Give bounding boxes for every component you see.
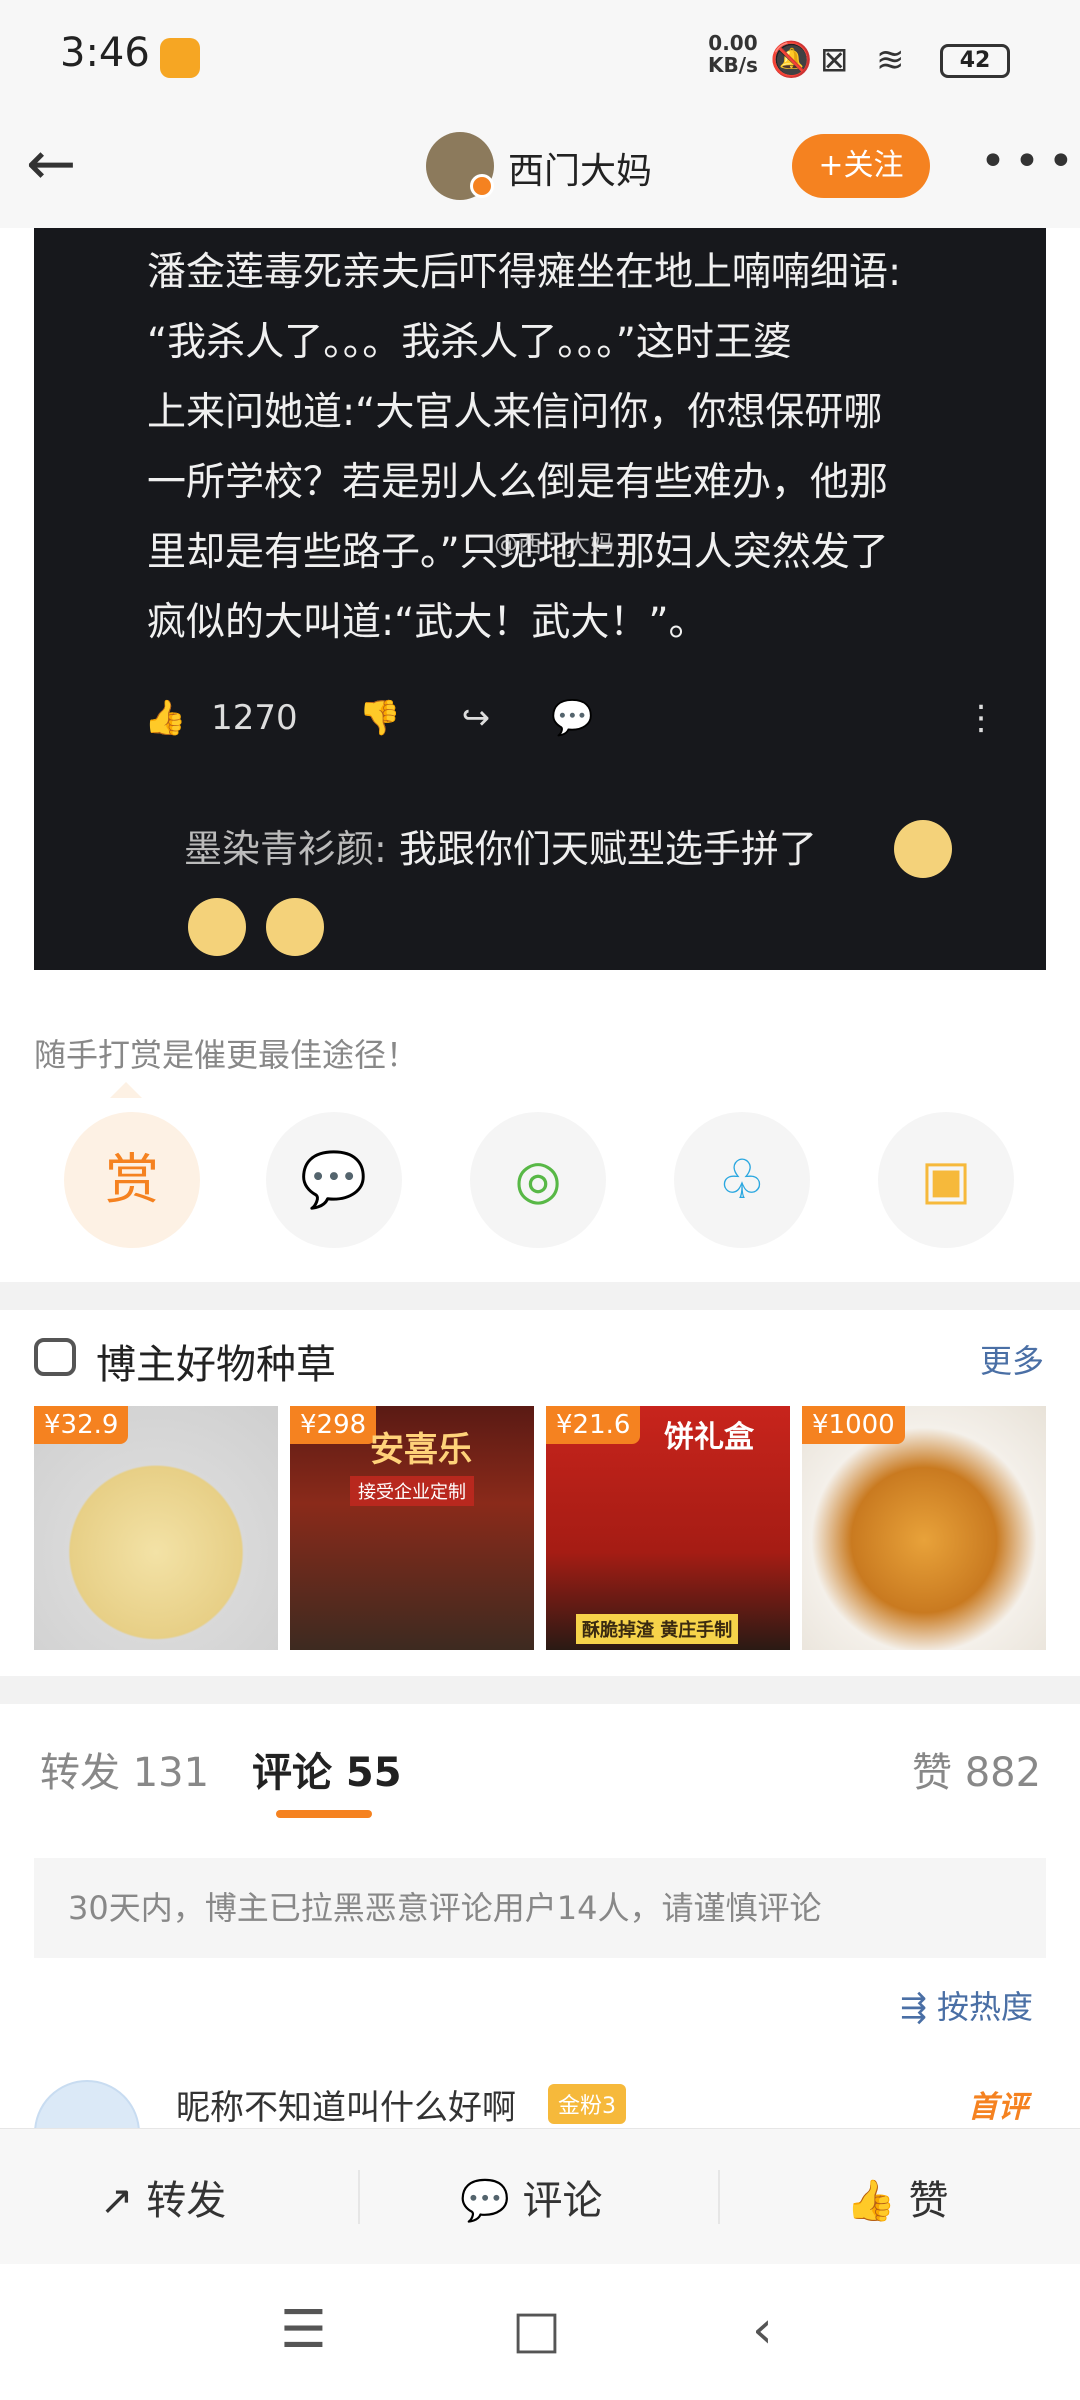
tab-repost[interactable]: 转发 131 <box>40 1740 209 1798</box>
back-chevron-icon[interactable]: ‹ <box>752 2300 773 2360</box>
like-button[interactable]: 👍 赞 <box>846 2168 949 2226</box>
menu-icon[interactable]: ☰ <box>280 2300 327 2360</box>
fan-badge: 金粉3 <box>548 2084 626 2124</box>
goods-item[interactable]: ¥21.6 饼礼盒 酥脆掉渣 黄庄手制 <box>546 1406 790 1650</box>
wifi-icon: ≋ <box>876 40 905 80</box>
active-tab-indicator <box>276 1810 372 1818</box>
first-comment-tag: 首评 <box>968 2090 1028 2125</box>
sort-by-hot[interactable]: ⇶ 按热度 <box>900 1982 1033 2028</box>
sort-icon: ⇶ <box>900 1988 927 2026</box>
share-arrow-icon: ↪ <box>461 698 491 738</box>
repost-icon: ↗ <box>100 2178 134 2224</box>
blacklist-notice: 30天内，博主已拉黑恶意评论用户14人，请谨慎评论 <box>34 1858 1046 1958</box>
goods-title: 博主好物种草 <box>96 1342 336 1388</box>
emoji-icon <box>894 820 952 878</box>
goods-more-link[interactable]: 更多 <box>980 1336 1044 1382</box>
home-square-icon[interactable]: □ <box>512 2300 561 2360</box>
battery-icon: 42 <box>940 44 1010 78</box>
qq-icon[interactable]: ♧ <box>674 1112 810 1248</box>
thumb-down-icon: 👎 <box>358 698 401 738</box>
weibo-app-icon <box>160 38 200 78</box>
status-bar: 3:46 0.00 KB/s 🔕 ⊠ ≋ 42 <box>0 0 1080 110</box>
net-speed: 0.00 KB/s <box>708 31 758 77</box>
emoji-icon <box>266 898 324 956</box>
username[interactable]: 西门大妈 <box>508 142 652 194</box>
comment-icon: 💬 <box>460 2178 510 2224</box>
follow-button[interactable]: +关注 <box>792 134 930 198</box>
chat-bubble-icon: 💬 <box>550 698 594 738</box>
post-image[interactable]: 潘金莲毒死亲夫后吓得瘫坐在地上喃喃细语: “我杀人了。。。我杀人了。。。”这时王… <box>34 228 1046 970</box>
comment-button[interactable]: 💬 评论 <box>460 2168 603 2226</box>
shop-icon <box>34 1338 76 1376</box>
section-divider <box>0 1676 1080 1704</box>
reward-tip: 随手打赏是催更最佳途径！ <box>34 1036 419 1074</box>
back-arrow-icon[interactable]: ← <box>26 134 76 194</box>
goods-item[interactable]: ¥32.9 <box>34 1406 278 1650</box>
image-text-line: “我杀人了。。。我杀人了。。。”这时王婆 <box>147 320 792 365</box>
image-action-row: 👍 1270 👎 ↪ 💬 ⋮ <box>144 698 998 738</box>
moments-icon[interactable]: ◎ <box>470 1112 606 1248</box>
tip-arrow-icon <box>110 1082 142 1098</box>
goods-item[interactable]: ¥1000 <box>802 1406 1046 1650</box>
post-header: ← 西门大妈 +关注 ••• <box>0 110 1080 228</box>
goods-item[interactable]: ¥298 安喜乐 接受企业定制 <box>290 1406 534 1650</box>
image-comment: 墨染青衫颜: 我跟你们天赋型选手拼了 <box>184 827 817 871</box>
divider <box>718 2170 720 2224</box>
tab-comment[interactable]: 评论 55 <box>252 1740 402 1798</box>
mute-icon: 🔕 <box>770 40 813 80</box>
image-text-line: 潘金莲毒死亲夫后吓得瘫坐在地上喃喃细语: <box>147 250 902 295</box>
wechat-icon[interactable]: 💬 <box>266 1112 402 1248</box>
commenter-name[interactable]: 昵称不知道叫什么好啊 <box>176 2080 516 2129</box>
image-like-count: 1270 <box>211 698 298 738</box>
tab-like[interactable]: 赞 882 <box>912 1740 1041 1798</box>
thumb-up-icon: 👍 <box>144 698 187 738</box>
no-sim-icon: ⊠ <box>820 40 849 80</box>
section-divider <box>0 1282 1080 1310</box>
like-icon: 👍 <box>846 2178 896 2224</box>
save-image-icon[interactable]: ▣ <box>878 1112 1014 1248</box>
emoji-icon <box>188 898 246 956</box>
repost-button[interactable]: ↗ 转发 <box>100 2168 226 2226</box>
image-text-line: 上来问她道:“大官人来信问你，你想保研哪 <box>147 390 883 435</box>
watermark: @西门大妈 <box>494 530 614 558</box>
clock: 3:46 <box>60 30 150 76</box>
image-text-line: 一所学校？若是别人么倒是有些难办，他那 <box>147 460 889 505</box>
reward-button[interactable]: 赏 <box>64 1112 200 1248</box>
image-text-line: 疯似的大叫道:“武大！武大！”。 <box>147 600 708 645</box>
divider <box>358 2170 360 2224</box>
more-dots-icon[interactable]: ••• <box>980 136 1080 187</box>
verified-badge <box>470 174 494 198</box>
vertical-dots-icon: ⋮ <box>964 698 999 738</box>
